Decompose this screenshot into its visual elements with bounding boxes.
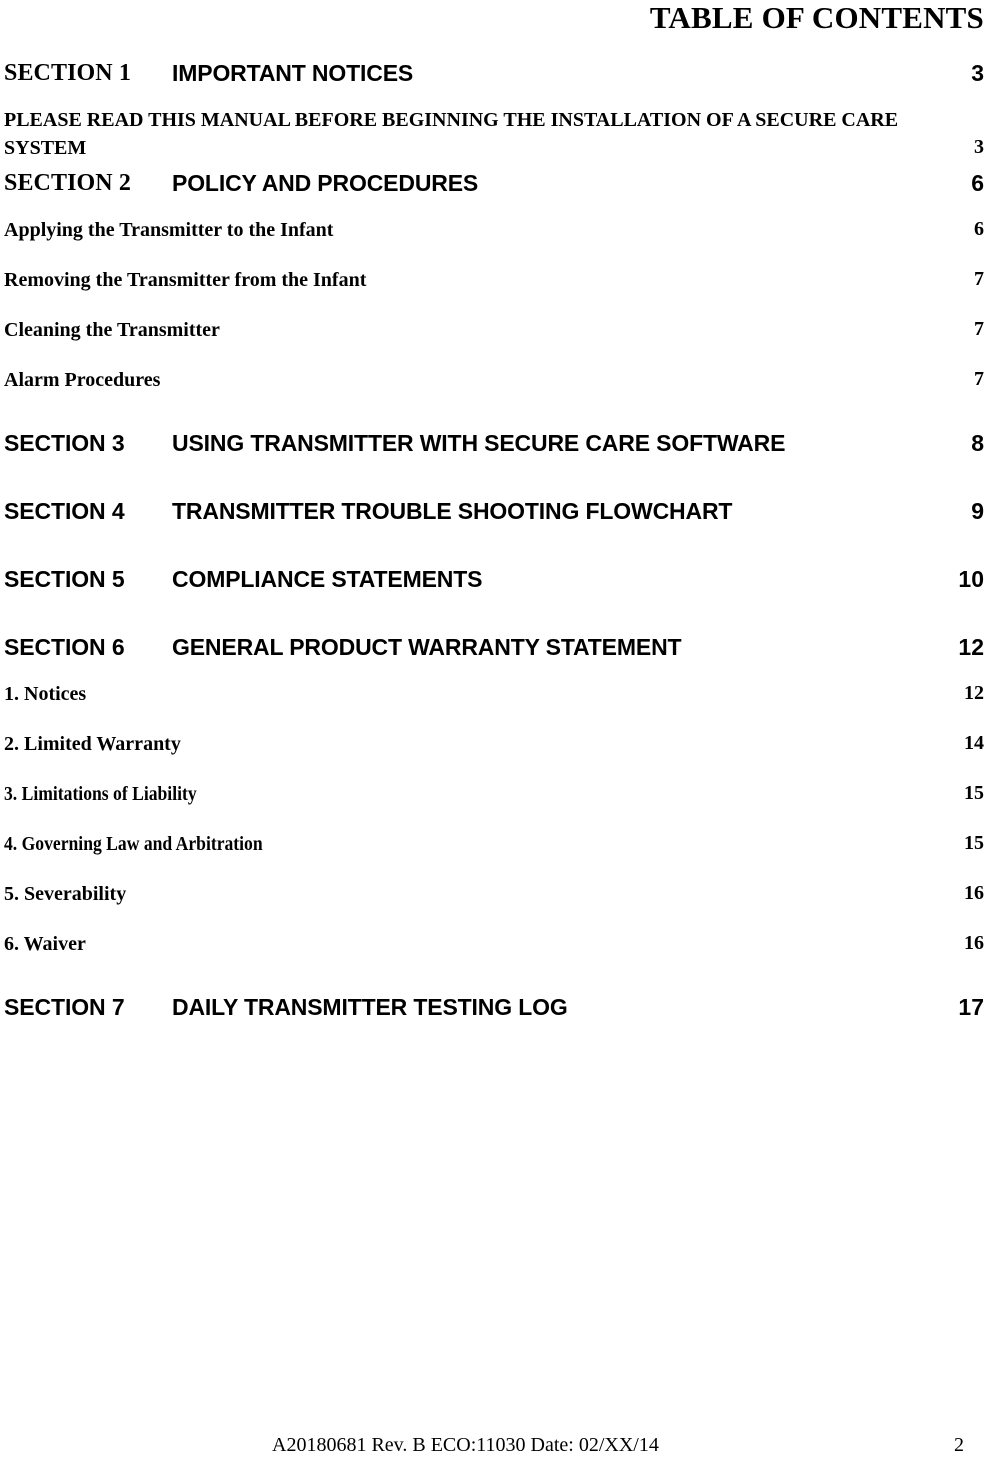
toc-section-title: GENERAL PRODUCT WARRANTY STATEMENT (172, 634, 682, 660)
toc-section-label: SECTION 3 (4, 430, 125, 456)
toc-section-title: COMPLIANCE STATEMENTS (172, 566, 483, 592)
toc-sub-entry-text: 6. Waiver (4, 933, 86, 955)
toc-page-number: 12 (958, 634, 984, 660)
toc-page-number: 15 (964, 832, 984, 854)
toc-page-number: 6 (971, 170, 984, 196)
toc-sub-entry[interactable]: 4. Governing Law and Arbitration 15 (4, 830, 984, 862)
toc-page-number: 10 (958, 566, 984, 592)
toc-section-entry[interactable]: SECTION 4 TRANSMITTER TROUBLE SHOOTING FL… (4, 496, 984, 536)
toc-section-label: SECTION 6 (4, 634, 125, 660)
toc-section-label: SECTION 5 (4, 566, 125, 592)
toc-sub-entry[interactable]: 2. Limited Warranty 14 (4, 730, 984, 762)
toc-sub-entry[interactable]: 3. Limitations of Liability 15 (4, 780, 984, 812)
toc-section-label: SECTION 1 (4, 60, 131, 86)
toc-section-entry[interactable]: SECTION 6 GENERAL PRODUCT WARRANTY STATEM… (4, 632, 984, 672)
toc-page-number: 17 (958, 994, 984, 1020)
footer-page-number: 2 (954, 1434, 964, 1456)
toc-page-number: 3 (974, 136, 984, 158)
toc-page-number: 7 (974, 368, 984, 390)
toc-page-number: 14 (964, 732, 984, 754)
toc-page-number: 9 (971, 498, 984, 524)
toc-sub-entry-text: Removing the Transmitter from the Infant (4, 269, 367, 291)
toc-sub-entry[interactable]: Applying the Transmitter to the Infant 6 (4, 216, 984, 248)
page-title: TABLE OF CONTENTS (649, 0, 984, 35)
toc-sub-entry-text: Alarm Procedures (4, 369, 161, 391)
toc-sub-entry[interactable]: Alarm Procedures 7 (4, 366, 984, 398)
footer-document-code: A20180681 Rev. B ECO:11030 Date: 02/XX/1… (272, 1434, 659, 1456)
toc-section-label: SECTION 2 (4, 170, 131, 196)
toc-section-label: SECTION 7 (4, 994, 125, 1020)
toc-page-number: 8 (971, 430, 984, 456)
toc-section-entry[interactable]: SECTION 3 USING TRANSMITTER WITH SECURE C… (4, 428, 984, 468)
toc-sub-entry-text: Applying the Transmitter to the Infant (4, 219, 334, 241)
toc-page-number: 15 (964, 782, 984, 804)
toc-sub-entry[interactable]: 1. Notices 12 (4, 680, 984, 712)
toc-sub-entry[interactable]: PLEASE READ THIS MANUAL BEFORE BEGINNING… (4, 106, 984, 164)
toc-sub-entry-text: Cleaning the Transmitter (4, 319, 220, 341)
toc-page-number: 16 (964, 882, 984, 904)
toc-page-number: 16 (964, 932, 984, 954)
toc-sub-entry-text: 4. Governing Law and Arbitration (4, 833, 263, 855)
toc-page-number: 7 (974, 318, 984, 340)
toc-section-entry[interactable]: SECTION 1 IMPORTANT NOTICES 3 (4, 58, 984, 98)
toc-section-entry[interactable]: SECTION 5 COMPLIANCE STATEMENTS 10 (4, 564, 984, 604)
toc-section-title: USING TRANSMITTER WITH SECURE CARE SOFTW… (172, 430, 786, 456)
toc-sub-entry-text: 5. Severability (4, 883, 127, 905)
toc-section-entry[interactable]: SECTION 2 POLICY AND PROCEDURES 6 (4, 168, 984, 208)
document-page: TABLE OF CONTENTS SECTION 1 IMPORTANT NOT… (0, 0, 992, 1466)
toc-page-number: 6 (974, 218, 984, 240)
toc-section-label: SECTION 4 (4, 498, 125, 524)
toc-sub-entry-text: PLEASE READ THIS MANUAL BEFORE BEGINNING… (4, 109, 899, 159)
toc-page-number: 7 (974, 268, 984, 290)
toc-section-title: POLICY AND PROCEDURES (172, 170, 479, 196)
toc-section-entry[interactable]: SECTION 7 DAILY TRANSMITTER TESTING LOG 17 (4, 992, 984, 1032)
toc-sub-entry-text: 2. Limited Warranty (4, 733, 181, 755)
toc-sub-entry-text: 3. Limitations of Liability (4, 783, 197, 805)
toc-section-title: TRANSMITTER TROUBLE SHOOTING FLOWCHART (172, 498, 733, 524)
toc-section-title: DAILY TRANSMITTER TESTING LOG (172, 994, 568, 1020)
toc-sub-entry-text: 1. Notices (4, 683, 87, 705)
toc-sub-entry[interactable]: 6. Waiver 16 (4, 930, 984, 962)
toc-sub-entry[interactable]: Removing the Transmitter from the Infant… (4, 266, 984, 298)
toc-section-title: IMPORTANT NOTICES (172, 60, 414, 86)
toc-sub-entry[interactable]: 5. Severability 16 (4, 880, 984, 912)
toc-sub-entry[interactable]: Cleaning the Transmitter 7 (4, 316, 984, 348)
toc-page-number: 3 (971, 60, 984, 86)
toc-page-number: 12 (964, 682, 984, 704)
page-footer: A20180681 Rev. B ECO:11030 Date: 02/XX/1… (0, 1426, 992, 1466)
